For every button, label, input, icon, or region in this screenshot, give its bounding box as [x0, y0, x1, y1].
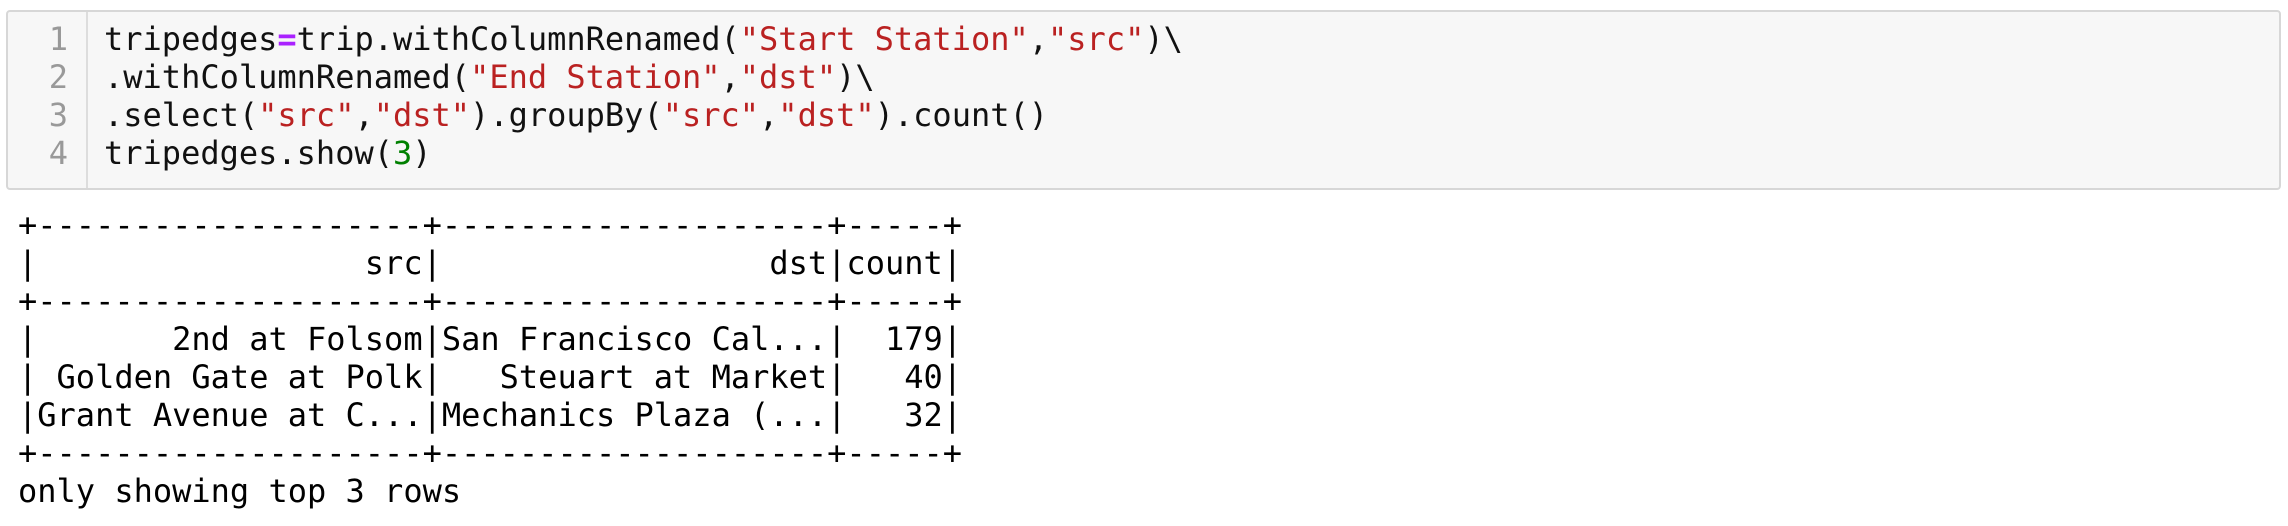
- code-operator-token: =: [277, 20, 297, 58]
- table-row: |Grant Avenue at C...|Mechanics Plaza (.…: [18, 396, 963, 434]
- code-token: tripedges.show(: [104, 134, 393, 172]
- code-line[interactable]: .select("src","dst").groupBy("src","dst"…: [104, 96, 1048, 134]
- code-string-token: "dst": [739, 58, 837, 96]
- code-token: trip.withColumnRenamed(: [296, 20, 740, 58]
- table-row: | Golden Gate at Polk| Steuart at Market…: [18, 358, 963, 396]
- cell-output: +--------------------+------------------…: [18, 206, 2218, 516]
- code-string-token: "End Station": [470, 58, 721, 96]
- code-string-token: "Start Station": [739, 20, 1029, 58]
- line-number: 4: [48, 134, 68, 172]
- table-border: +--------------------+------------------…: [18, 282, 963, 320]
- code-token: ,: [1028, 20, 1049, 58]
- code-token: ).groupBy(: [470, 96, 663, 134]
- line-number: 2: [48, 58, 68, 96]
- code-number-token: 3: [392, 134, 413, 172]
- table-row: | 2nd at Folsom|San Francisco Cal...| 17…: [18, 320, 963, 358]
- code-string-token: "src": [1048, 20, 1145, 58]
- code-cell-input[interactable]: 1 2 3 4 tripedges=trip.withColumnRenamed…: [6, 10, 2281, 190]
- code-token: )\: [836, 58, 875, 96]
- code-line[interactable]: tripedges=trip.withColumnRenamed("Start …: [104, 20, 1183, 58]
- code-token: .withColumnRenamed(: [104, 58, 471, 96]
- code-token: tripedges: [104, 20, 278, 58]
- table-header-row: | src| dst|count|: [18, 244, 963, 282]
- code-string-token: "dst": [778, 96, 875, 134]
- code-string-token: "src": [258, 96, 355, 134]
- code-token: ): [412, 134, 432, 172]
- code-string-token: "dst": [373, 96, 471, 134]
- line-number-gutter: 1 2 3 4: [8, 12, 88, 188]
- code-string-token: "src": [662, 96, 760, 134]
- code-token: )\: [1144, 20, 1183, 58]
- line-number: 1: [48, 20, 68, 58]
- code-token: ,: [759, 96, 779, 134]
- line-number: 3: [48, 96, 68, 134]
- code-token: ,: [720, 58, 740, 96]
- output-footer-text: only showing top 3 rows: [18, 472, 462, 510]
- code-token: .select(: [104, 96, 259, 134]
- code-line[interactable]: .withColumnRenamed("End Station","dst")\: [104, 58, 875, 96]
- code-line[interactable]: tripedges.show(3): [104, 134, 432, 172]
- code-token: ,: [354, 96, 374, 134]
- table-border: +--------------------+------------------…: [18, 434, 963, 472]
- table-border: +--------------------+------------------…: [18, 206, 963, 244]
- code-token: ).count(): [874, 96, 1049, 134]
